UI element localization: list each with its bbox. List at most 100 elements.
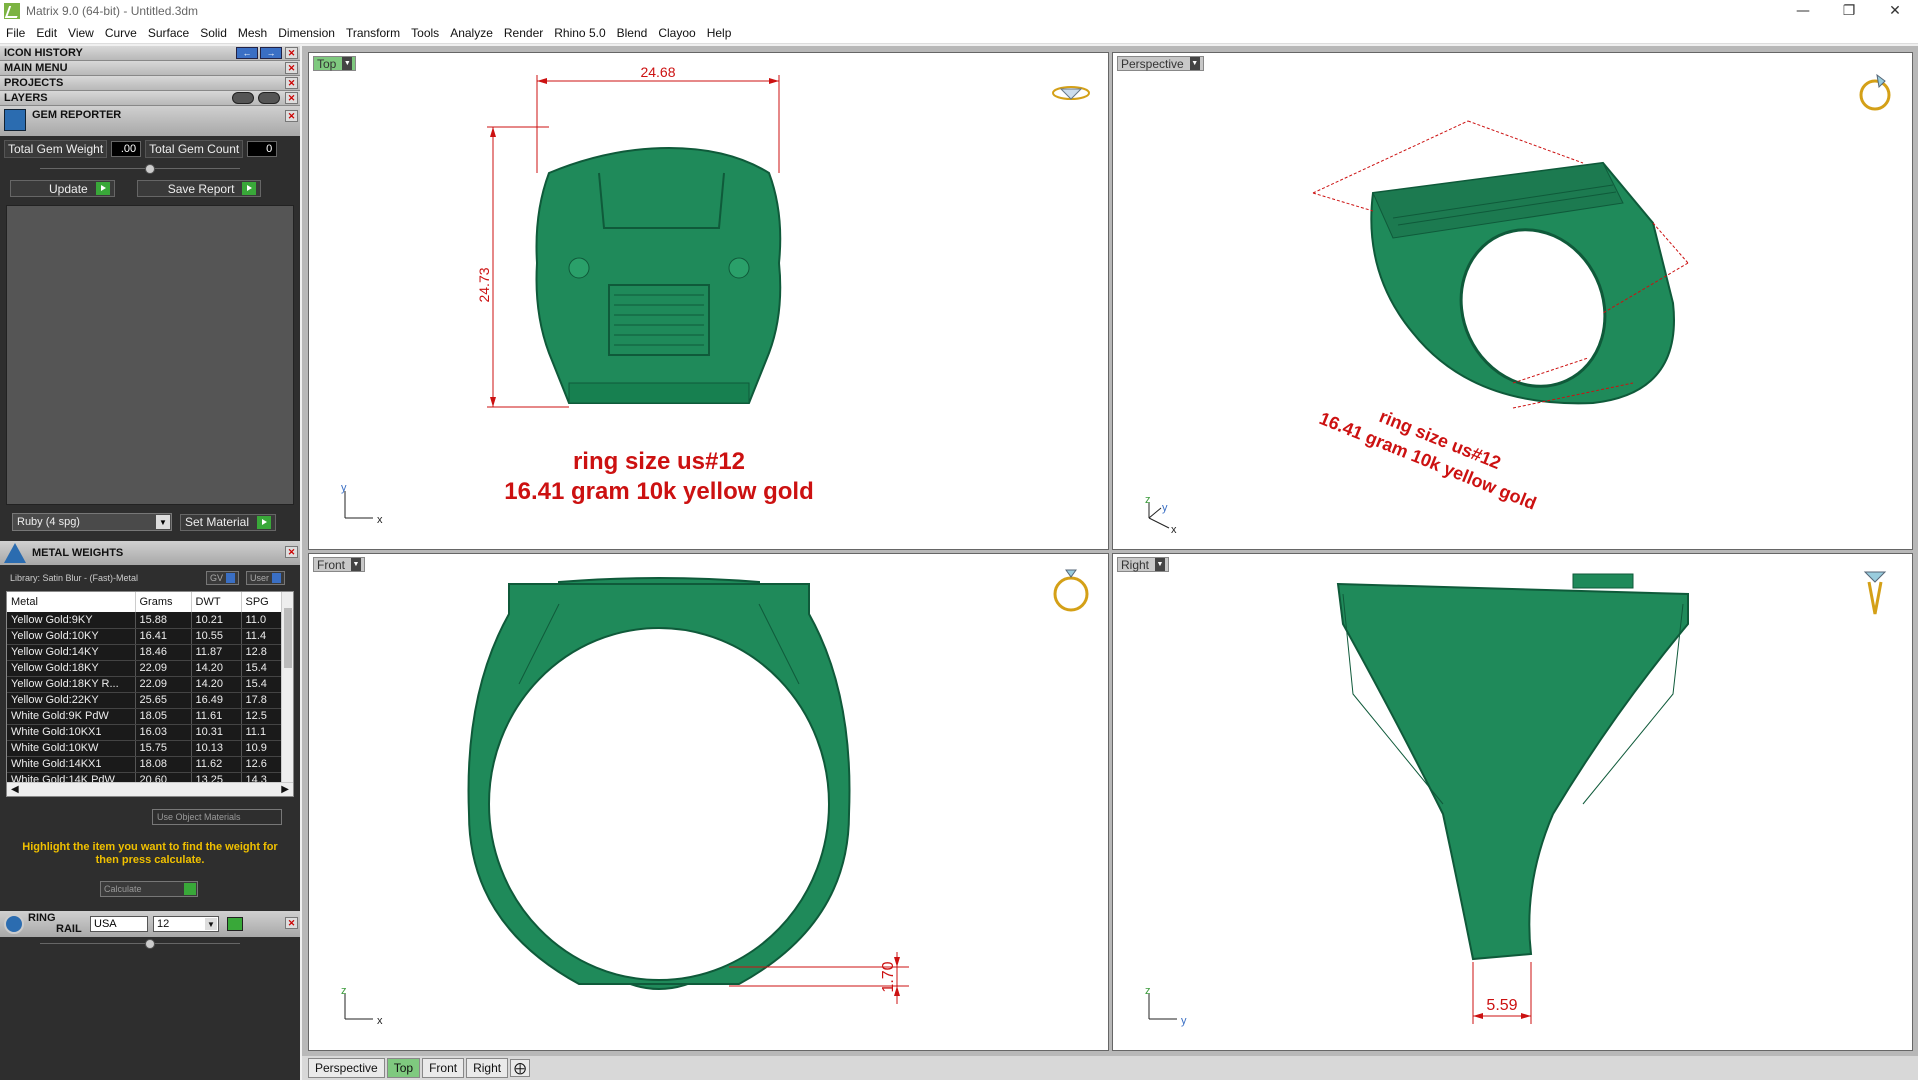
save-report-button[interactable]: Save Report [136, 180, 262, 197]
slider-knob[interactable] [145, 164, 155, 174]
gv-toggle[interactable]: GV [206, 571, 240, 585]
tab-top[interactable]: Top [386, 1058, 421, 1078]
viewport-label-perspective[interactable]: Perspective ▼ [1117, 56, 1204, 71]
table-row[interactable]: Yellow Gold:10KY 16.41 10.55 11.4 [7, 628, 287, 645]
column-header-metal[interactable]: Metal [7, 592, 136, 612]
restore-icon[interactable]: ❐ [1826, 0, 1872, 22]
metal-weights-header: METAL WEIGHTS ✕ [0, 541, 300, 565]
chevron-down-icon[interactable]: ▼ [351, 558, 362, 571]
table-row[interactable]: White Gold:14KX1 18.08 11.62 12.6 [7, 756, 287, 773]
close-icon[interactable]: ✕ [285, 92, 298, 104]
diamond-icon[interactable] [1052, 86, 1090, 100]
back-arrow-icon[interactable]: ← [236, 47, 258, 59]
table-cell: White Gold:10KW [7, 740, 136, 757]
apply-ring-size-button[interactable] [227, 917, 243, 931]
viewport-tabbar: Perspective Top Front Right ⨁ [302, 1056, 1918, 1080]
viewport-right[interactable]: 5.59 z y Right ▼ [1112, 553, 1913, 1051]
scroll-left-icon[interactable]: ◀ [11, 784, 19, 795]
menu-curve[interactable]: Curve [105, 26, 137, 40]
save-report-label: Save Report [167, 181, 235, 196]
chevron-down-icon[interactable]: ▼ [342, 57, 353, 70]
material-select[interactable]: Ruby (4 spg) ▼ [12, 513, 172, 531]
table-cell: Yellow Gold:14KY [7, 644, 136, 661]
play-icon [242, 182, 257, 195]
total-gem-count-value: 0 [247, 141, 278, 157]
use-object-materials-checkbox[interactable]: Use Object Materials [152, 809, 282, 825]
tab-right[interactable]: Right [466, 1058, 509, 1078]
forward-arrow-icon[interactable]: → [260, 47, 282, 59]
ring-side-icon[interactable] [1863, 571, 1887, 615]
table-row[interactable]: Yellow Gold:18KY R... 22.09 14.20 15.4 [7, 676, 287, 693]
menu-transform[interactable]: Transform [346, 26, 400, 40]
close-icon[interactable]: ✕ [285, 62, 298, 74]
column-header-dwt[interactable]: DWT [191, 592, 242, 612]
chevron-down-icon[interactable]: ▼ [156, 515, 170, 529]
menu-edit[interactable]: Edit [36, 26, 57, 40]
viewport-front[interactable]: 1.70 z x Front ▼ [308, 553, 1109, 1051]
gem-slider[interactable] [0, 162, 300, 176]
menu-help[interactable]: Help [707, 26, 732, 40]
icon-history-header[interactable]: ICON HISTORY ← → ✕ [0, 46, 300, 61]
chevron-down-icon[interactable]: ▼ [1189, 57, 1200, 70]
menu-blend[interactable]: Blend [617, 26, 648, 40]
viewport-label-top[interactable]: Top ▼ [313, 56, 357, 71]
close-icon[interactable]: ✕ [285, 47, 298, 59]
close-icon[interactable]: ✕ [285, 546, 298, 558]
calculate-button[interactable]: Calculate [100, 881, 198, 897]
close-icon[interactable]: ✕ [285, 110, 298, 122]
column-header-grams[interactable]: Grams [135, 592, 192, 612]
main-menu-header[interactable]: MAIN MENU ✕ [0, 61, 300, 76]
viewport-label-front[interactable]: Front ▼ [313, 557, 366, 572]
menu-mesh[interactable]: Mesh [238, 26, 267, 40]
ring-size-select[interactable]: 12 ▼ [153, 916, 219, 932]
scroll-thumb[interactable] [284, 608, 292, 668]
column-header-spg[interactable]: SPG [241, 592, 287, 612]
add-viewport-icon[interactable]: ⨁ [510, 1059, 531, 1077]
layers-header[interactable]: LAYERS ✕ [0, 91, 300, 106]
ring-icon[interactable] [1859, 73, 1891, 111]
menu-file[interactable]: File [6, 26, 25, 40]
tab-perspective[interactable]: Perspective [308, 1058, 385, 1078]
slider-knob[interactable] [145, 939, 155, 949]
vertical-scrollbar[interactable] [281, 592, 293, 784]
horizontal-scrollbar[interactable]: ◀ ▶ [7, 782, 293, 796]
viewport-top[interactable]: 24.68 24.73 ring size us#12 16.41 gram 1… [308, 52, 1109, 550]
user-toggle[interactable]: User [246, 571, 286, 585]
close-icon[interactable]: ✕ [285, 917, 298, 929]
chevron-down-icon[interactable]: ▼ [205, 918, 217, 930]
table-row[interactable]: White Gold:10KX1 16.03 10.31 11.1 [7, 724, 287, 741]
menu-analyze[interactable]: Analyze [450, 26, 493, 40]
menu-view[interactable]: View [68, 26, 94, 40]
menu-dimension[interactable]: Dimension [278, 26, 335, 40]
close-icon[interactable]: ✕ [285, 77, 298, 89]
menu-tools[interactable]: Tools [411, 26, 439, 40]
update-button[interactable]: Update [10, 180, 115, 197]
projects-header[interactable]: PROJECTS ✕ [0, 76, 300, 91]
menu-solid[interactable]: Solid [200, 26, 227, 40]
table-row[interactable]: White Gold:9K PdW 18.05 11.61 12.5 [7, 708, 287, 725]
table-cell: 25.65 [135, 692, 192, 709]
ring-country-input[interactable] [90, 916, 148, 932]
menu-render[interactable]: Render [504, 26, 543, 40]
table-row[interactable]: Yellow Gold:14KY 18.46 11.87 12.8 [7, 644, 287, 661]
scroll-right-icon[interactable]: ▶ [281, 784, 289, 795]
ring-front-icon[interactable] [1053, 569, 1089, 612]
tab-front[interactable]: Front [422, 1058, 465, 1078]
close-icon[interactable]: ✕ [1872, 0, 1918, 22]
set-material-button[interactable]: Set Material [180, 513, 277, 531]
menu-surface[interactable]: Surface [148, 26, 189, 40]
chevron-down-icon[interactable]: ▼ [1155, 558, 1166, 571]
table-row[interactable]: Yellow Gold:9KY 15.88 10.21 11.0 [7, 612, 287, 629]
minimize-icon[interactable]: — [1780, 0, 1826, 22]
table-row[interactable]: Yellow Gold:22KY 25.65 16.49 17.8 [7, 692, 287, 709]
menu-clayoo[interactable]: Clayoo [658, 26, 695, 40]
table-row[interactable]: Yellow Gold:18KY 22.09 14.20 15.4 [7, 660, 287, 677]
eye-toggle-icon[interactable] [258, 92, 280, 104]
eye-icon[interactable] [232, 92, 254, 104]
total-gem-count-label: Total Gem Count [145, 140, 244, 158]
ring-rail-slider[interactable] [0, 937, 300, 951]
table-row[interactable]: White Gold:10KW 15.75 10.13 10.9 [7, 740, 287, 757]
viewport-label-right[interactable]: Right ▼ [1117, 557, 1170, 572]
viewport-perspective[interactable]: ring size us#12 16.41 gram 10k yellow go… [1112, 52, 1913, 550]
menu-rhino[interactable]: Rhino 5.0 [554, 26, 605, 40]
